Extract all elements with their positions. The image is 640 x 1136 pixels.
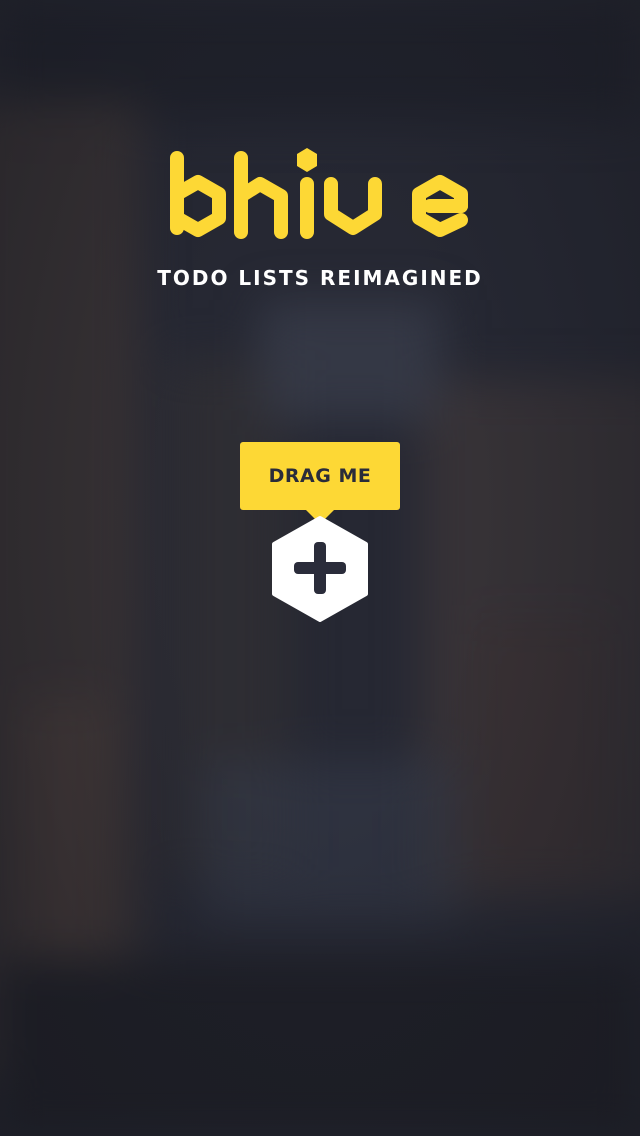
bhive-logo [170, 148, 468, 239]
drag-hint-label: DRAG ME [268, 465, 372, 487]
add-list-button[interactable] [270, 514, 370, 624]
drag-hint-tooltip: DRAG ME [240, 442, 400, 524]
onboarding-screen: TODO LISTS REIMAGINED DRAG ME [0, 0, 640, 1136]
app-tagline: TODO LISTS REIMAGINED [157, 266, 483, 290]
